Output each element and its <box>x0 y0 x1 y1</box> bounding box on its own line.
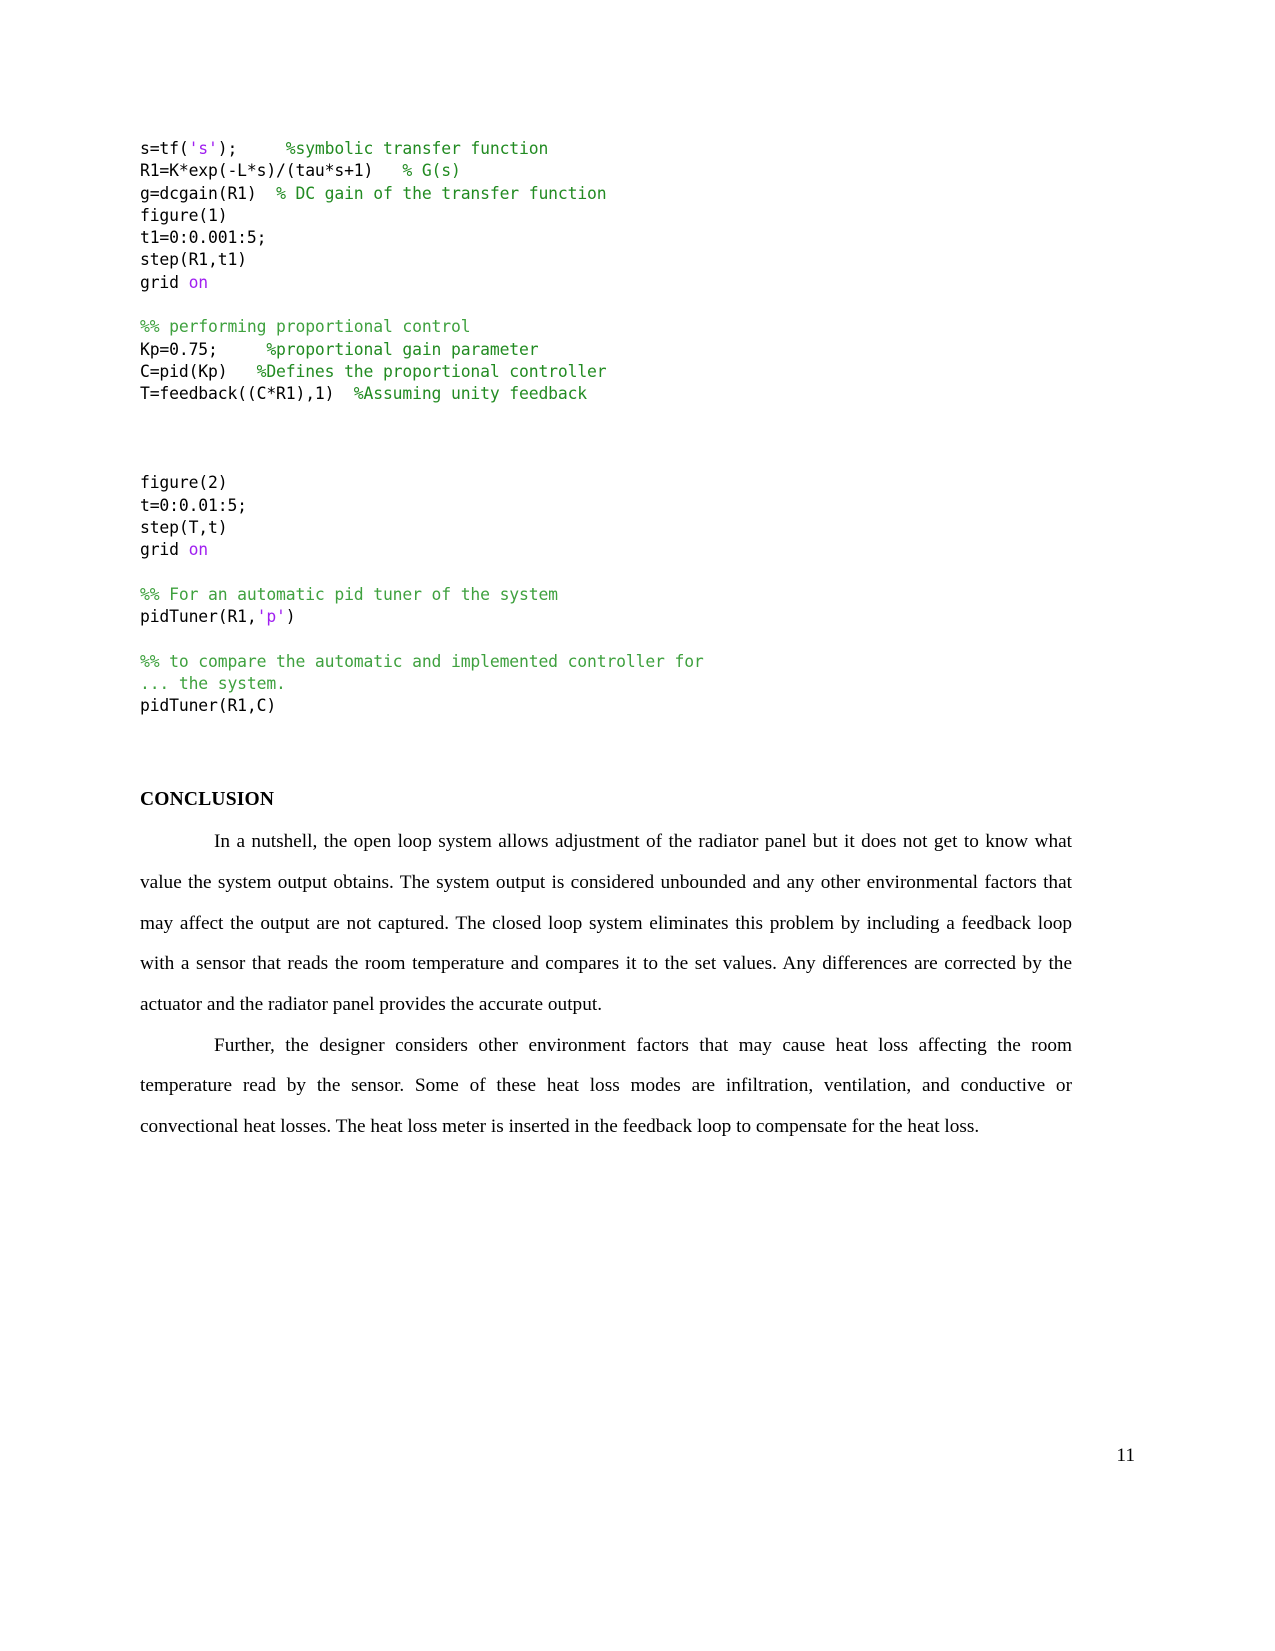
document-page: s=tf('s'); %symbolic transfer function R1… <box>0 0 1275 1651</box>
code-token-comment: %Defines the proportional controller <box>256 361 607 381</box>
code-token-code: g=dcgain(R1) <box>140 183 277 203</box>
code-line: %% For an automatic pid tuner of the sys… <box>140 584 1072 606</box>
code-token-keyword: on <box>188 540 209 560</box>
code-token-comment: %symbolic transfer function <box>285 139 549 158</box>
code-token-code: pidTuner(R1, <box>140 607 257 627</box>
code-line: g=dcgain(R1) % DC gain of the transfer f… <box>140 183 1072 205</box>
code-token-code: ) <box>285 607 296 627</box>
code-token-code: R1=K*exp(-L*s)/(tau*s+1) <box>140 161 403 181</box>
conclusion-paragraph-2: Further, the designer considers other en… <box>140 1034 1072 1138</box>
code-token-code: C=pid(Kp) <box>140 361 257 381</box>
code-line: grid on <box>140 272 1072 294</box>
conclusion-paragraph-1: In a nutshell, the open loop system allo… <box>140 831 1072 1015</box>
code-token-section: ... the system. <box>140 674 286 694</box>
page-number: 11 <box>1116 1445 1135 1466</box>
code-line: figure(1) <box>140 205 1072 227</box>
code-token-comment: % DC gain of the transfer function <box>276 183 607 203</box>
code-token-code: ); <box>217 139 286 158</box>
code-line: ... the system. <box>140 673 1072 695</box>
matlab-code-block: s=tf('s'); %symbolic transfer function R1… <box>140 138 1072 718</box>
code-token-comment: %Assuming unity feedback <box>353 384 588 404</box>
code-token-code: t=0:0.01:5; <box>140 495 247 515</box>
code-token-code: pidTuner(R1,C) <box>140 696 277 716</box>
code-line: %% performing proportional control <box>140 316 1072 338</box>
code-token-code: grid <box>140 540 189 560</box>
code-line: T=feedback((C*R1),1) %Assuming unity fee… <box>140 383 1072 405</box>
code-token-code: Kp=0.75; <box>140 339 267 359</box>
code-line: Kp=0.75; %proportional gain parameter <box>140 339 1072 361</box>
code-token-keyword: on <box>188 272 209 292</box>
code-token-string: 's' <box>188 139 218 158</box>
code-token-comment: % G(s) <box>402 161 461 181</box>
code-token-code: t1=0:0.001:5; <box>140 228 267 248</box>
code-token-code: step(R1,t1) <box>140 250 247 270</box>
code-token-code: figure(1) <box>140 205 228 225</box>
code-token-code: T=feedback((C*R1),1) <box>140 384 354 404</box>
code-token-code: grid <box>140 272 189 292</box>
code-line: C=pid(Kp) %Defines the proportional cont… <box>140 361 1072 383</box>
code-token-section: %% to compare the automatic and implemen… <box>140 651 704 671</box>
code-line: grid on <box>140 539 1072 561</box>
code-line: step(T,t) <box>140 517 1072 539</box>
page-content: s=tf('s'); %symbolic transfer function R1… <box>140 138 1072 1148</box>
code-line: s=tf('s'); %symbolic transfer function <box>140 138 1072 160</box>
code-line: t=0:0.01:5; <box>140 495 1072 517</box>
conclusion-heading: CONCLUSION <box>140 788 275 810</box>
code-line: pidTuner(R1,C) <box>140 695 1072 717</box>
code-token-comment: %proportional gain parameter <box>266 339 539 359</box>
code-line: R1=K*exp(-L*s)/(tau*s+1) % G(s) <box>140 160 1072 182</box>
code-token-section: %% For an automatic pid tuner of the sys… <box>140 584 558 604</box>
code-token-code: step(T,t) <box>140 518 228 538</box>
code-line: %% to compare the automatic and implemen… <box>140 651 1072 673</box>
code-token-code: figure(2) <box>140 473 228 493</box>
code-line: t1=0:0.001:5; <box>140 227 1072 249</box>
code-line: figure(2) <box>140 472 1072 494</box>
code-line: pidTuner(R1,'p') <box>140 606 1072 628</box>
code-token-section: %% performing proportional control <box>140 317 471 337</box>
code-token-code: s=tf( <box>140 139 189 158</box>
code-token-string: 'p' <box>256 607 286 627</box>
code-line: step(R1,t1) <box>140 249 1072 271</box>
